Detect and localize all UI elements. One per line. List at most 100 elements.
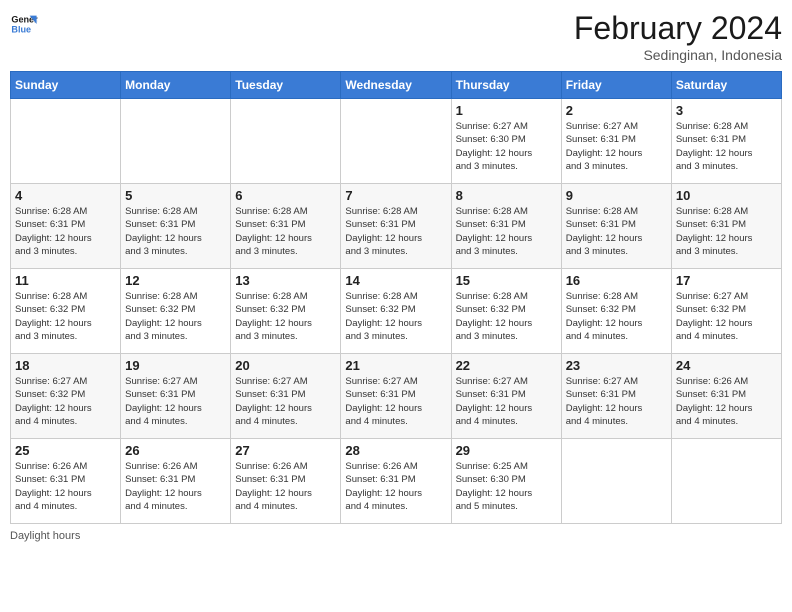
calendar-cell xyxy=(121,99,231,184)
day-number: 22 xyxy=(456,358,557,373)
day-info: Sunrise: 6:27 AM Sunset: 6:32 PM Dayligh… xyxy=(15,375,116,428)
day-info: Sunrise: 6:27 AM Sunset: 6:31 PM Dayligh… xyxy=(235,375,336,428)
calendar-cell: 3 Sunrise: 6:28 AM Sunset: 6:31 PM Daylig… xyxy=(671,99,781,184)
day-info: Sunrise: 6:26 AM Sunset: 6:31 PM Dayligh… xyxy=(125,460,226,513)
calendar-cell: 22 Sunrise: 6:27 AM Sunset: 6:31 PM Dayli… xyxy=(451,354,561,439)
calendar-cell: 6 Sunrise: 6:28 AM Sunset: 6:31 PM Daylig… xyxy=(231,184,341,269)
day-number: 11 xyxy=(15,273,116,288)
day-number: 13 xyxy=(235,273,336,288)
calendar-cell: 2 Sunrise: 6:27 AM Sunset: 6:31 PM Daylig… xyxy=(561,99,671,184)
day-info: Sunrise: 6:28 AM Sunset: 6:32 PM Dayligh… xyxy=(345,290,446,343)
day-number: 27 xyxy=(235,443,336,458)
calendar-cell: 12 Sunrise: 6:28 AM Sunset: 6:32 PM Dayli… xyxy=(121,269,231,354)
calendar-week-row: 25 Sunrise: 6:26 AM Sunset: 6:31 PM Dayli… xyxy=(11,439,782,524)
calendar-body: 1 Sunrise: 6:27 AM Sunset: 6:30 PM Daylig… xyxy=(11,99,782,524)
calendar-cell: 27 Sunrise: 6:26 AM Sunset: 6:31 PM Dayli… xyxy=(231,439,341,524)
day-number: 18 xyxy=(15,358,116,373)
day-info: Sunrise: 6:27 AM Sunset: 6:32 PM Dayligh… xyxy=(676,290,777,343)
day-info: Sunrise: 6:28 AM Sunset: 6:32 PM Dayligh… xyxy=(15,290,116,343)
day-info: Sunrise: 6:28 AM Sunset: 6:32 PM Dayligh… xyxy=(125,290,226,343)
day-info: Sunrise: 6:28 AM Sunset: 6:31 PM Dayligh… xyxy=(456,205,557,258)
calendar-week-row: 4 Sunrise: 6:28 AM Sunset: 6:31 PM Daylig… xyxy=(11,184,782,269)
day-number: 25 xyxy=(15,443,116,458)
day-number: 5 xyxy=(125,188,226,203)
calendar-week-row: 1 Sunrise: 6:27 AM Sunset: 6:30 PM Daylig… xyxy=(11,99,782,184)
day-number: 29 xyxy=(456,443,557,458)
day-number: 1 xyxy=(456,103,557,118)
day-number: 26 xyxy=(125,443,226,458)
calendar-cell: 18 Sunrise: 6:27 AM Sunset: 6:32 PM Dayli… xyxy=(11,354,121,439)
calendar-table: Sunday Monday Tuesday Wednesday Thursday… xyxy=(10,71,782,524)
day-number: 23 xyxy=(566,358,667,373)
day-info: Sunrise: 6:28 AM Sunset: 6:31 PM Dayligh… xyxy=(345,205,446,258)
weekday-header-row: Sunday Monday Tuesday Wednesday Thursday… xyxy=(11,72,782,99)
calendar-cell xyxy=(341,99,451,184)
calendar-cell: 24Sunrise: 6:26 AM Sunset: 6:31 PM Dayli… xyxy=(671,354,781,439)
calendar-cell: 20 Sunrise: 6:27 AM Sunset: 6:31 PM Dayli… xyxy=(231,354,341,439)
calendar-week-row: 11 Sunrise: 6:28 AM Sunset: 6:32 PM Dayli… xyxy=(11,269,782,354)
day-info: Sunrise: 6:28 AM Sunset: 6:31 PM Dayligh… xyxy=(15,205,116,258)
day-number: 4 xyxy=(15,188,116,203)
calendar-cell: 21Sunrise: 6:27 AM Sunset: 6:31 PM Dayli… xyxy=(341,354,451,439)
day-info: Sunrise: 6:27 AM Sunset: 6:30 PM Dayligh… xyxy=(456,120,557,173)
calendar-cell: 29 Sunrise: 6:25 AM Sunset: 6:30 PM Dayli… xyxy=(451,439,561,524)
header-saturday: Saturday xyxy=(671,72,781,99)
calendar-cell: 19 Sunrise: 6:27 AM Sunset: 6:31 PM Dayli… xyxy=(121,354,231,439)
day-number: 15 xyxy=(456,273,557,288)
calendar-cell: 14 Sunrise: 6:28 AM Sunset: 6:32 PM Dayli… xyxy=(341,269,451,354)
day-number: 3 xyxy=(676,103,777,118)
calendar-cell: 4 Sunrise: 6:28 AM Sunset: 6:31 PM Daylig… xyxy=(11,184,121,269)
calendar-cell: 13 Sunrise: 6:28 AM Sunset: 6:32 PM Dayli… xyxy=(231,269,341,354)
header-sunday: Sunday xyxy=(11,72,121,99)
header-friday: Friday xyxy=(561,72,671,99)
calendar-cell: 28Sunrise: 6:26 AM Sunset: 6:31 PM Dayli… xyxy=(341,439,451,524)
day-info: Sunrise: 6:28 AM Sunset: 6:31 PM Dayligh… xyxy=(235,205,336,258)
calendar-cell: 9Sunrise: 6:28 AM Sunset: 6:31 PM Daylig… xyxy=(561,184,671,269)
day-number: 20 xyxy=(235,358,336,373)
day-number: 8 xyxy=(456,188,557,203)
logo: General Blue xyxy=(10,10,38,38)
calendar-cell: 23 Sunrise: 6:27 AM Sunset: 6:31 PM Dayli… xyxy=(561,354,671,439)
day-info: Sunrise: 6:27 AM Sunset: 6:31 PM Dayligh… xyxy=(566,375,667,428)
day-number: 2 xyxy=(566,103,667,118)
footer-label: Daylight hours xyxy=(10,530,80,542)
day-info: Sunrise: 6:26 AM Sunset: 6:31 PM Dayligh… xyxy=(15,460,116,513)
calendar-cell: 11 Sunrise: 6:28 AM Sunset: 6:32 PM Dayli… xyxy=(11,269,121,354)
day-info: Sunrise: 6:28 AM Sunset: 6:31 PM Dayligh… xyxy=(676,120,777,173)
day-number: 28 xyxy=(345,443,446,458)
day-number: 19 xyxy=(125,358,226,373)
title-area: February 2024 Sedinginan, Indonesia xyxy=(574,10,782,63)
calendar-cell: 5 Sunrise: 6:28 AM Sunset: 6:31 PM Daylig… xyxy=(121,184,231,269)
day-info: Sunrise: 6:26 AM Sunset: 6:31 PM Dayligh… xyxy=(235,460,336,513)
day-info: Sunrise: 6:28 AM Sunset: 6:31 PM Dayligh… xyxy=(676,205,777,258)
day-info: Sunrise: 6:28 AM Sunset: 6:32 PM Dayligh… xyxy=(456,290,557,343)
calendar-cell: 15 Sunrise: 6:28 AM Sunset: 6:32 PM Dayli… xyxy=(451,269,561,354)
header-tuesday: Tuesday xyxy=(231,72,341,99)
header: General Blue February 2024 Sedinginan, I… xyxy=(10,10,782,63)
calendar-cell: 16Sunrise: 6:28 AM Sunset: 6:32 PM Dayli… xyxy=(561,269,671,354)
day-number: 16 xyxy=(566,273,667,288)
day-info: Sunrise: 6:25 AM Sunset: 6:30 PM Dayligh… xyxy=(456,460,557,513)
day-info: Sunrise: 6:27 AM Sunset: 6:31 PM Dayligh… xyxy=(456,375,557,428)
day-number: 12 xyxy=(125,273,226,288)
day-info: Sunrise: 6:27 AM Sunset: 6:31 PM Dayligh… xyxy=(345,375,446,428)
day-number: 10 xyxy=(676,188,777,203)
header-thursday: Thursday xyxy=(451,72,561,99)
calendar-cell xyxy=(11,99,121,184)
calendar-cell xyxy=(671,439,781,524)
calendar-cell: 7Sunrise: 6:28 AM Sunset: 6:31 PM Daylig… xyxy=(341,184,451,269)
day-info: Sunrise: 6:27 AM Sunset: 6:31 PM Dayligh… xyxy=(125,375,226,428)
day-number: 9 xyxy=(566,188,667,203)
day-info: Sunrise: 6:27 AM Sunset: 6:31 PM Dayligh… xyxy=(566,120,667,173)
day-info: Sunrise: 6:28 AM Sunset: 6:32 PM Dayligh… xyxy=(235,290,336,343)
calendar-cell: 25 Sunrise: 6:26 AM Sunset: 6:31 PM Dayli… xyxy=(11,439,121,524)
calendar-cell: 1 Sunrise: 6:27 AM Sunset: 6:30 PM Daylig… xyxy=(451,99,561,184)
day-number: 6 xyxy=(235,188,336,203)
day-number: 17 xyxy=(676,273,777,288)
day-number: 14 xyxy=(345,273,446,288)
day-info: Sunrise: 6:28 AM Sunset: 6:31 PM Dayligh… xyxy=(125,205,226,258)
calendar-cell: 8 Sunrise: 6:28 AM Sunset: 6:31 PM Daylig… xyxy=(451,184,561,269)
day-info: Sunrise: 6:26 AM Sunset: 6:31 PM Dayligh… xyxy=(676,375,777,428)
calendar-cell xyxy=(231,99,341,184)
header-monday: Monday xyxy=(121,72,231,99)
